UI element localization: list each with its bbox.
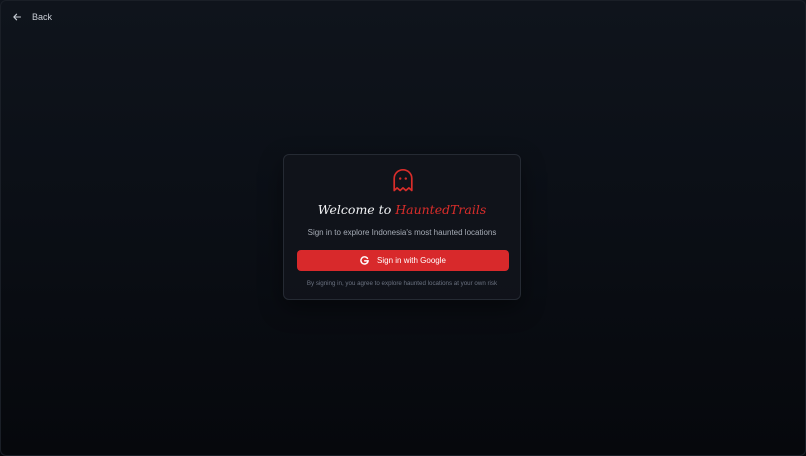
- ghost-icon: [392, 168, 414, 192]
- arrow-left-icon: [12, 12, 22, 22]
- back-button[interactable]: Back: [12, 9, 52, 25]
- terms-text: By signing in, you agree to explore haun…: [306, 280, 498, 287]
- subtitle: Sign in to explore Indonesia's most haun…: [307, 228, 497, 237]
- title-prefix: Welcome to: [317, 202, 392, 217]
- welcome-title: Welcome to HauntedTrails: [284, 202, 520, 217]
- sign-in-label: Sign in with Google: [377, 256, 446, 265]
- login-card: Welcome to HauntedTrails Sign in to expl…: [283, 154, 521, 300]
- brand-name: HauntedTrails: [395, 202, 487, 217]
- back-label: Back: [32, 12, 53, 22]
- google-icon: [360, 256, 369, 265]
- sign-in-google-button[interactable]: Sign in with Google: [297, 250, 509, 271]
